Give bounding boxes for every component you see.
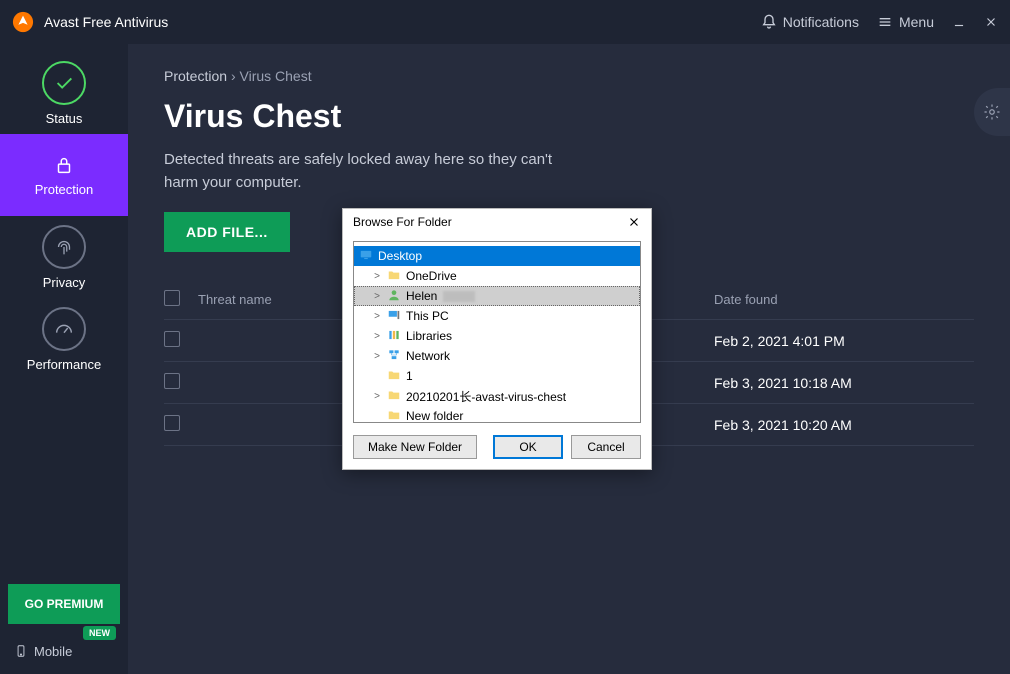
- tree-item-label: OneDrive: [406, 269, 457, 283]
- sidebar-item-label: Performance: [27, 357, 101, 372]
- desktop-icon: [358, 248, 374, 265]
- breadcrumb-root[interactable]: Protection: [164, 68, 227, 84]
- folder-tree[interactable]: Desktop > OneDrive > Helen > This PC > Libraries…: [353, 241, 641, 423]
- tree-item-label: New folder: [406, 409, 463, 423]
- tree-expander-icon[interactable]: >: [372, 351, 382, 362]
- gauge-icon: [53, 318, 75, 340]
- col-date-found: Date found: [714, 292, 974, 307]
- close-button[interactable]: [984, 15, 998, 29]
- user-icon: [386, 288, 402, 305]
- tree-item[interactable]: 1: [354, 366, 640, 386]
- tree-item[interactable]: New folder: [354, 406, 640, 423]
- tree-item[interactable]: > Helen: [354, 286, 640, 306]
- row-checkbox[interactable]: [164, 331, 180, 347]
- sidebar-item-mobile[interactable]: NEW Mobile: [0, 632, 128, 674]
- libraries-icon: [386, 328, 402, 345]
- ok-button[interactable]: OK: [493, 435, 563, 459]
- folder-icon: [386, 268, 402, 285]
- row-checkbox[interactable]: [164, 373, 180, 389]
- row-checkbox[interactable]: [164, 415, 180, 431]
- mobile-label: Mobile: [34, 644, 72, 659]
- minimize-button[interactable]: [952, 15, 966, 29]
- tree-item[interactable]: >20210201长-avast-virus-chest: [354, 386, 640, 406]
- date-cell: Feb 2, 2021 4:01 PM: [714, 333, 974, 349]
- performance-ring-icon: [42, 307, 86, 351]
- sidebar-item-protection[interactable]: Protection: [0, 134, 128, 216]
- lock-icon: [53, 154, 75, 176]
- titlebar: Avast Free Antivirus Notifications Menu: [0, 0, 1010, 44]
- dialog-title: Browse For Folder: [353, 215, 452, 229]
- dialog-button-row: Make New Folder OK Cancel: [343, 435, 651, 469]
- bell-icon: [761, 14, 777, 30]
- add-file-button[interactable]: ADD FILE...: [164, 212, 290, 252]
- breadcrumb-current: Virus Chest: [240, 68, 312, 84]
- sidebar-item-label: Status: [46, 111, 83, 126]
- cancel-button[interactable]: Cancel: [571, 435, 641, 459]
- page-title: Virus Chest: [164, 98, 974, 135]
- menu-button[interactable]: Menu: [877, 14, 934, 30]
- tree-item[interactable]: > Network: [354, 346, 640, 366]
- status-ring-icon: [42, 61, 86, 105]
- tree-item-label: 20210201长-avast-virus-chest: [406, 388, 566, 405]
- tree-item-label: Helen: [406, 289, 437, 303]
- tree-item[interactable]: > This PC: [354, 306, 640, 326]
- notifications-button[interactable]: Notifications: [761, 14, 859, 30]
- date-cell: Feb 3, 2021 10:20 AM: [714, 417, 974, 433]
- tree-item-label: This PC: [406, 309, 449, 323]
- tree-item[interactable]: > OneDrive: [354, 266, 640, 286]
- breadcrumb-sep: ›: [231, 68, 236, 84]
- sidebar: Status Protection Privacy Performance GO…: [0, 44, 128, 674]
- dialog-close-button[interactable]: [627, 215, 641, 229]
- browse-folder-dialog: Browse For Folder Desktop > OneDrive > Helen…: [342, 208, 652, 470]
- sidebar-item-privacy[interactable]: Privacy: [0, 216, 128, 298]
- tree-item[interactable]: Desktop: [354, 246, 640, 266]
- notifications-label: Notifications: [783, 14, 859, 30]
- new-badge: NEW: [83, 626, 116, 640]
- privacy-ring-icon: [42, 225, 86, 269]
- sidebar-item-performance[interactable]: Performance: [0, 298, 128, 380]
- avast-logo-icon: [12, 11, 34, 33]
- titlebar-right: Notifications Menu: [761, 14, 998, 30]
- dialog-titlebar: Browse For Folder: [343, 209, 651, 241]
- date-cell: Feb 3, 2021 10:18 AM: [714, 375, 974, 391]
- tree-expander-icon[interactable]: >: [372, 331, 382, 342]
- mobile-icon: [14, 642, 28, 660]
- tree-item[interactable]: > Libraries: [354, 326, 640, 346]
- sidebar-item-label: Protection: [35, 182, 94, 197]
- tree-expander-icon[interactable]: >: [372, 271, 382, 282]
- page-subtitle: Detected threats are safely locked away …: [164, 149, 584, 194]
- tree-expander-icon[interactable]: >: [372, 291, 382, 302]
- pc-icon: [386, 308, 402, 325]
- tree-item-label: Libraries: [406, 329, 452, 343]
- hamburger-icon: [877, 14, 893, 30]
- make-new-folder-button[interactable]: Make New Folder: [353, 435, 477, 459]
- sidebar-item-status[interactable]: Status: [0, 52, 128, 134]
- tree-item-label: Desktop: [378, 249, 422, 263]
- network-icon: [386, 348, 402, 365]
- titlebar-left: Avast Free Antivirus: [12, 11, 168, 33]
- menu-label: Menu: [899, 14, 934, 30]
- tree-item-label: 1: [406, 369, 413, 383]
- folder-icon: [386, 368, 402, 385]
- tree-expander-icon[interactable]: >: [372, 311, 382, 322]
- app-title: Avast Free Antivirus: [44, 14, 168, 30]
- go-premium-button[interactable]: GO PREMIUM: [8, 584, 120, 624]
- tree-item-label: Network: [406, 349, 450, 363]
- folder-icon: [386, 388, 402, 405]
- gear-icon: [983, 103, 1001, 121]
- check-icon: [53, 72, 75, 94]
- redacted-text: [443, 291, 475, 302]
- tree-expander-icon[interactable]: >: [372, 391, 382, 402]
- breadcrumb: Protection › Virus Chest: [164, 68, 974, 84]
- sidebar-item-label: Privacy: [43, 275, 86, 290]
- select-all-checkbox[interactable]: [164, 290, 180, 306]
- folder-icon: [386, 408, 402, 424]
- fingerprint-icon: [53, 236, 75, 258]
